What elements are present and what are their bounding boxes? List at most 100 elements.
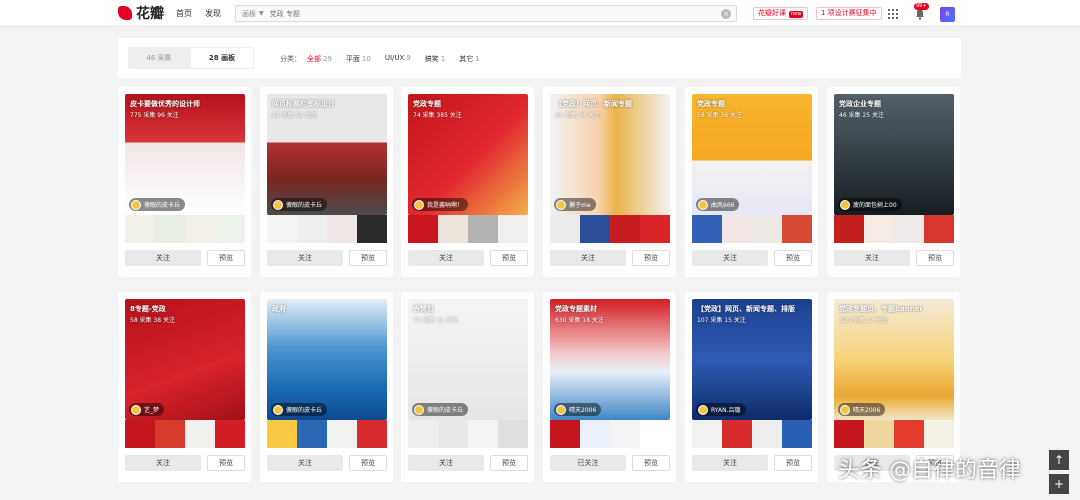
board-thumbnail[interactable] [550, 215, 580, 243]
board-card[interactable]: 【党政】网页、新闻专题、排版 107 采集 15 关注 RYAN.吕璐 关注 预览 [685, 292, 818, 482]
board-owner[interactable]: 我是酱呐啊！ [412, 198, 469, 211]
board-thumbnail[interactable] [610, 420, 640, 448]
board-thumbnail[interactable] [864, 215, 894, 243]
preview-button[interactable]: 预览 [916, 250, 954, 266]
board-cover[interactable]: 党政专题 74 采集 385 关注 我是酱呐啊！ [408, 94, 528, 215]
avatar[interactable]: R [940, 7, 955, 22]
board-card[interactable]: 表情包 73 采集 11 关注 傻眼的皮卡丘 关注 预览 [401, 292, 534, 482]
nav-discover[interactable]: 发现 [205, 8, 221, 19]
board-owner[interactable]: 傻眼的皮卡丘 [129, 198, 186, 211]
board-cover[interactable]: 网页标题栏图标设计 22 采集 11 关注 傻眼的皮卡丘 [267, 94, 387, 215]
preview-button[interactable]: 预览 [632, 455, 670, 471]
preview-button[interactable]: 预览 [349, 455, 387, 471]
board-owner[interactable]: 傻眼的皮卡丘 [412, 403, 469, 416]
board-thumbnail[interactable] [722, 420, 752, 448]
follow-button[interactable]: 关注 [267, 250, 343, 266]
board-card[interactable]: 党政专题 58 采集 36 关注 曲风666 关注 预览 [685, 87, 818, 277]
follow-button[interactable]: 关注 [550, 250, 626, 266]
board-thumbnail[interactable] [468, 420, 498, 448]
tab-pins[interactable]: 46 采集 [128, 47, 190, 69]
board-thumbnail[interactable] [722, 215, 752, 243]
board-thumbnail[interactable] [468, 215, 498, 243]
board-thumbnail[interactable] [185, 420, 215, 448]
follow-button[interactable]: 关注 [125, 250, 201, 266]
board-thumbnail[interactable] [438, 420, 468, 448]
board-thumbnail[interactable] [357, 215, 387, 243]
board-thumbnail[interactable] [692, 420, 722, 448]
board-owner[interactable]: 傻眼的皮卡丘 [271, 403, 328, 416]
board-thumbnail[interactable] [215, 215, 245, 243]
board-thumbnail[interactable] [640, 420, 670, 448]
board-thumbnail[interactable] [438, 215, 468, 243]
board-thumbnail[interactable] [752, 420, 782, 448]
board-cover[interactable]: 【党政】网页、新闻专题 44 采集 74 关注 獭子ma [550, 94, 670, 215]
board-thumbnail[interactable] [125, 215, 155, 243]
board-thumbnail[interactable] [155, 215, 185, 243]
board-owner[interactable]: 曲风666 [696, 198, 740, 211]
board-thumbnail[interactable] [498, 215, 528, 243]
board-owner[interactable]: 晴天2006 [554, 403, 602, 416]
contest-link[interactable]: 1 项设计赛征集中 [816, 7, 882, 20]
board-card[interactable]: 党政专题 74 采集 385 关注 我是酱呐啊！ 关注 预览 [401, 87, 534, 277]
nav-home[interactable]: 首页 [176, 8, 192, 19]
preview-button[interactable]: 预览 [632, 250, 670, 266]
board-thumbnail[interactable] [327, 215, 357, 243]
board-thumbnail[interactable] [782, 420, 812, 448]
logo[interactable]: 花瓣 [118, 4, 164, 22]
board-thumbnail[interactable] [185, 215, 215, 243]
board-thumbnail[interactable] [125, 420, 155, 448]
preview-button[interactable]: 预览 [207, 250, 245, 266]
preview-button[interactable]: 预览 [207, 455, 245, 471]
follow-button[interactable]: 已关注 [550, 455, 626, 471]
board-thumbnail[interactable] [498, 420, 528, 448]
follow-button[interactable]: 关注 [408, 250, 484, 266]
board-thumbnail[interactable] [834, 215, 864, 243]
follow-button[interactable]: 关注 [692, 250, 768, 266]
board-card[interactable]: 党政企业专题 46 采集 25 关注 疲的面包树上00 关注 预览 [827, 87, 960, 277]
board-owner[interactable]: 晴天2006 [838, 403, 886, 416]
board-thumbnail[interactable] [610, 215, 640, 243]
category-funny[interactable]: 搞笑 1 [425, 54, 445, 64]
preview-button[interactable]: 预览 [349, 250, 387, 266]
board-thumbnail[interactable] [357, 420, 387, 448]
board-card[interactable]: 政府 傻眼的皮卡丘关注 预览 [260, 292, 393, 482]
search-scope-select[interactable]: 画板 [236, 9, 256, 19]
board-thumbnail[interactable] [297, 215, 327, 243]
board-card[interactable]: 8专题-党政 58 采集 38 关注 艺_梦 关注 预览 [118, 292, 251, 482]
preview-button[interactable]: 预览 [490, 455, 528, 471]
follow-button[interactable]: 关注 [408, 455, 484, 471]
board-owner[interactable]: 艺_梦 [129, 403, 165, 416]
preview-button[interactable]: 预览 [490, 250, 528, 266]
board-thumbnail[interactable] [327, 420, 357, 448]
follow-button[interactable]: 关注 [834, 250, 910, 266]
board-thumbnail[interactable] [924, 420, 954, 448]
courses-link[interactable]: 花瓣好课 new [753, 7, 809, 20]
board-cover[interactable]: 党政专题 58 采集 36 关注 曲风666 [692, 94, 812, 215]
scroll-top-icon[interactable]: ↑ [1049, 450, 1069, 470]
board-cover[interactable]: 【党政】网页、新闻专题、排版 107 采集 15 关注 RYAN.吕璐 [692, 299, 812, 420]
preview-button[interactable]: 预览 [774, 455, 812, 471]
board-thumbnail[interactable] [894, 215, 924, 243]
board-card[interactable]: 【党政】网页、新闻专题 44 采集 74 关注 獭子ma 关注 预览 [543, 87, 676, 277]
board-thumbnail[interactable] [692, 215, 722, 243]
board-card[interactable]: 党政专题素材 630 采集 18 关注 晴天2006 已关注 预览 [543, 292, 676, 482]
scroll-top-icon[interactable]: + [1049, 474, 1069, 494]
board-thumbnail[interactable] [155, 420, 185, 448]
chevron-down-icon[interactable]: ▼ [259, 10, 264, 17]
board-thumbnail[interactable] [408, 420, 438, 448]
search-input[interactable] [269, 9, 690, 18]
preview-button[interactable]: 预览 [774, 250, 812, 266]
board-cover[interactable]: 8专题-党政 58 采集 38 关注 艺_梦 [125, 299, 245, 420]
board-card[interactable]: 网页标题栏图标设计 22 采集 11 关注 傻眼的皮卡丘关注 预览 [260, 87, 393, 277]
apps-grid-icon[interactable] [888, 9, 898, 19]
board-cover[interactable]: 政府 傻眼的皮卡丘 [267, 299, 387, 420]
board-owner[interactable]: 獭子ma [554, 198, 596, 211]
follow-button[interactable]: 关注 [267, 455, 343, 471]
board-thumbnail[interactable] [894, 420, 924, 448]
board-cover[interactable]: 党政专题页、专题banner 320 采集 12 关注 晴天2006 [834, 299, 954, 420]
board-thumbnail[interactable] [640, 215, 670, 243]
board-thumbnail[interactable] [834, 420, 864, 448]
board-cover[interactable]: 党政专题素材 630 采集 18 关注 晴天2006 [550, 299, 670, 420]
board-thumbnail[interactable] [408, 215, 438, 243]
board-card[interactable]: 皮卡要做优秀的设计师 775 采集 96 关注 傻眼的皮卡丘 关注 预览 [118, 87, 251, 277]
